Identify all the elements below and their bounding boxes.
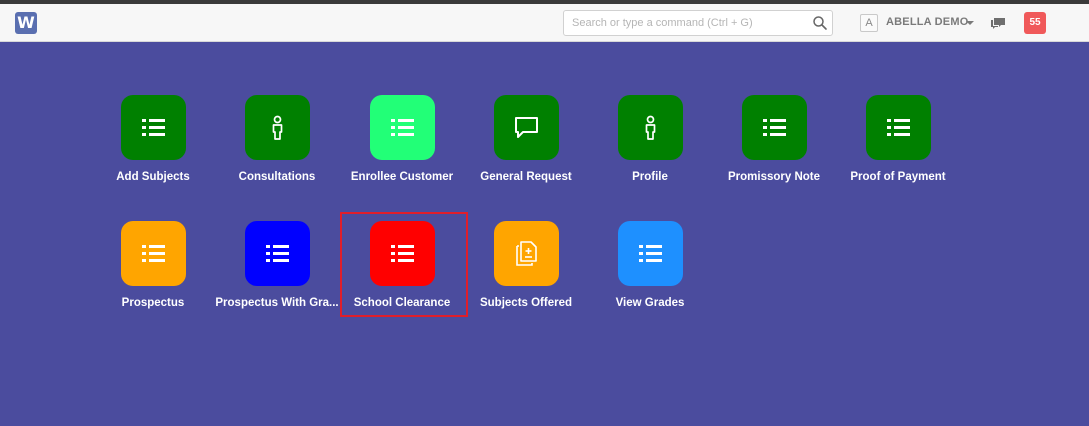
module-label[interactable]: Add Subjects xyxy=(89,171,217,183)
list-icon xyxy=(639,245,662,262)
person-icon xyxy=(272,115,283,140)
list-icon xyxy=(391,119,414,136)
module-label[interactable]: Subjects Offered xyxy=(462,297,590,309)
chat-icon[interactable] xyxy=(990,16,1006,30)
module-tile-view-grades[interactable]: View Grades xyxy=(586,221,714,331)
module-icon-box[interactable] xyxy=(494,95,559,160)
module-tile-profile[interactable]: Profile xyxy=(586,95,714,205)
list-icon xyxy=(266,245,289,262)
list-icon xyxy=(142,245,165,262)
search-icon[interactable] xyxy=(812,15,828,31)
module-icon-box[interactable] xyxy=(618,95,683,160)
chevron-down-icon[interactable] xyxy=(966,21,974,25)
search-box[interactable] xyxy=(563,10,833,36)
module-label[interactable]: View Grades xyxy=(586,297,714,309)
module-icon-box[interactable] xyxy=(121,221,186,286)
module-label[interactable]: Enrollee Customer xyxy=(338,171,466,183)
module-label[interactable]: General Request xyxy=(462,171,590,183)
module-icon-box[interactable] xyxy=(742,95,807,160)
module-tile-proof-of-payment[interactable]: Proof of Payment xyxy=(834,95,962,205)
search-input[interactable] xyxy=(564,11,804,35)
module-label[interactable]: Promissory Note xyxy=(710,171,838,183)
module-label[interactable]: Prospectus With Gra... xyxy=(213,297,341,309)
module-tile-prospectus[interactable]: Prospectus xyxy=(89,221,217,331)
module-tile-prospectus-with-gra[interactable]: Prospectus With Gra... xyxy=(213,221,341,331)
person-icon xyxy=(645,115,656,140)
navbar: W A ABELLA DEMO 55 xyxy=(0,4,1089,42)
list-icon xyxy=(887,119,910,136)
module-label[interactable]: Profile xyxy=(586,171,714,183)
module-tile-promissory-note[interactable]: Promissory Note xyxy=(710,95,838,205)
module-icon-box[interactable] xyxy=(370,95,435,160)
module-icon-box[interactable] xyxy=(121,95,186,160)
list-icon xyxy=(763,119,786,136)
module-tile-consultations[interactable]: Consultations xyxy=(213,95,341,205)
module-tile-subjects-offered[interactable]: Subjects Offered xyxy=(462,221,590,331)
module-icon-box[interactable] xyxy=(245,95,310,160)
module-label[interactable]: Prospectus xyxy=(89,297,217,309)
chat-bubble-icon xyxy=(515,117,538,138)
notification-badge[interactable]: 55 xyxy=(1024,12,1046,34)
module-tile-enrollee-customer[interactable]: Enrollee Customer xyxy=(338,95,466,205)
module-icon-box[interactable] xyxy=(245,221,310,286)
module-icon-box[interactable] xyxy=(866,95,931,160)
module-tile-general-request[interactable]: General Request xyxy=(462,95,590,205)
module-tile-add-subjects[interactable]: Add Subjects xyxy=(89,95,217,205)
document-add-icon xyxy=(516,241,537,266)
module-icon-box[interactable] xyxy=(618,221,683,286)
module-label[interactable]: Consultations xyxy=(213,171,341,183)
avatar[interactable]: A xyxy=(860,14,878,32)
highlight-annotation xyxy=(340,212,468,317)
app-logo[interactable]: W xyxy=(15,12,37,34)
module-label[interactable]: Proof of Payment xyxy=(834,171,962,183)
module-icon-box[interactable] xyxy=(494,221,559,286)
list-icon xyxy=(142,119,165,136)
user-menu-name[interactable]: ABELLA DEMO xyxy=(886,16,968,28)
